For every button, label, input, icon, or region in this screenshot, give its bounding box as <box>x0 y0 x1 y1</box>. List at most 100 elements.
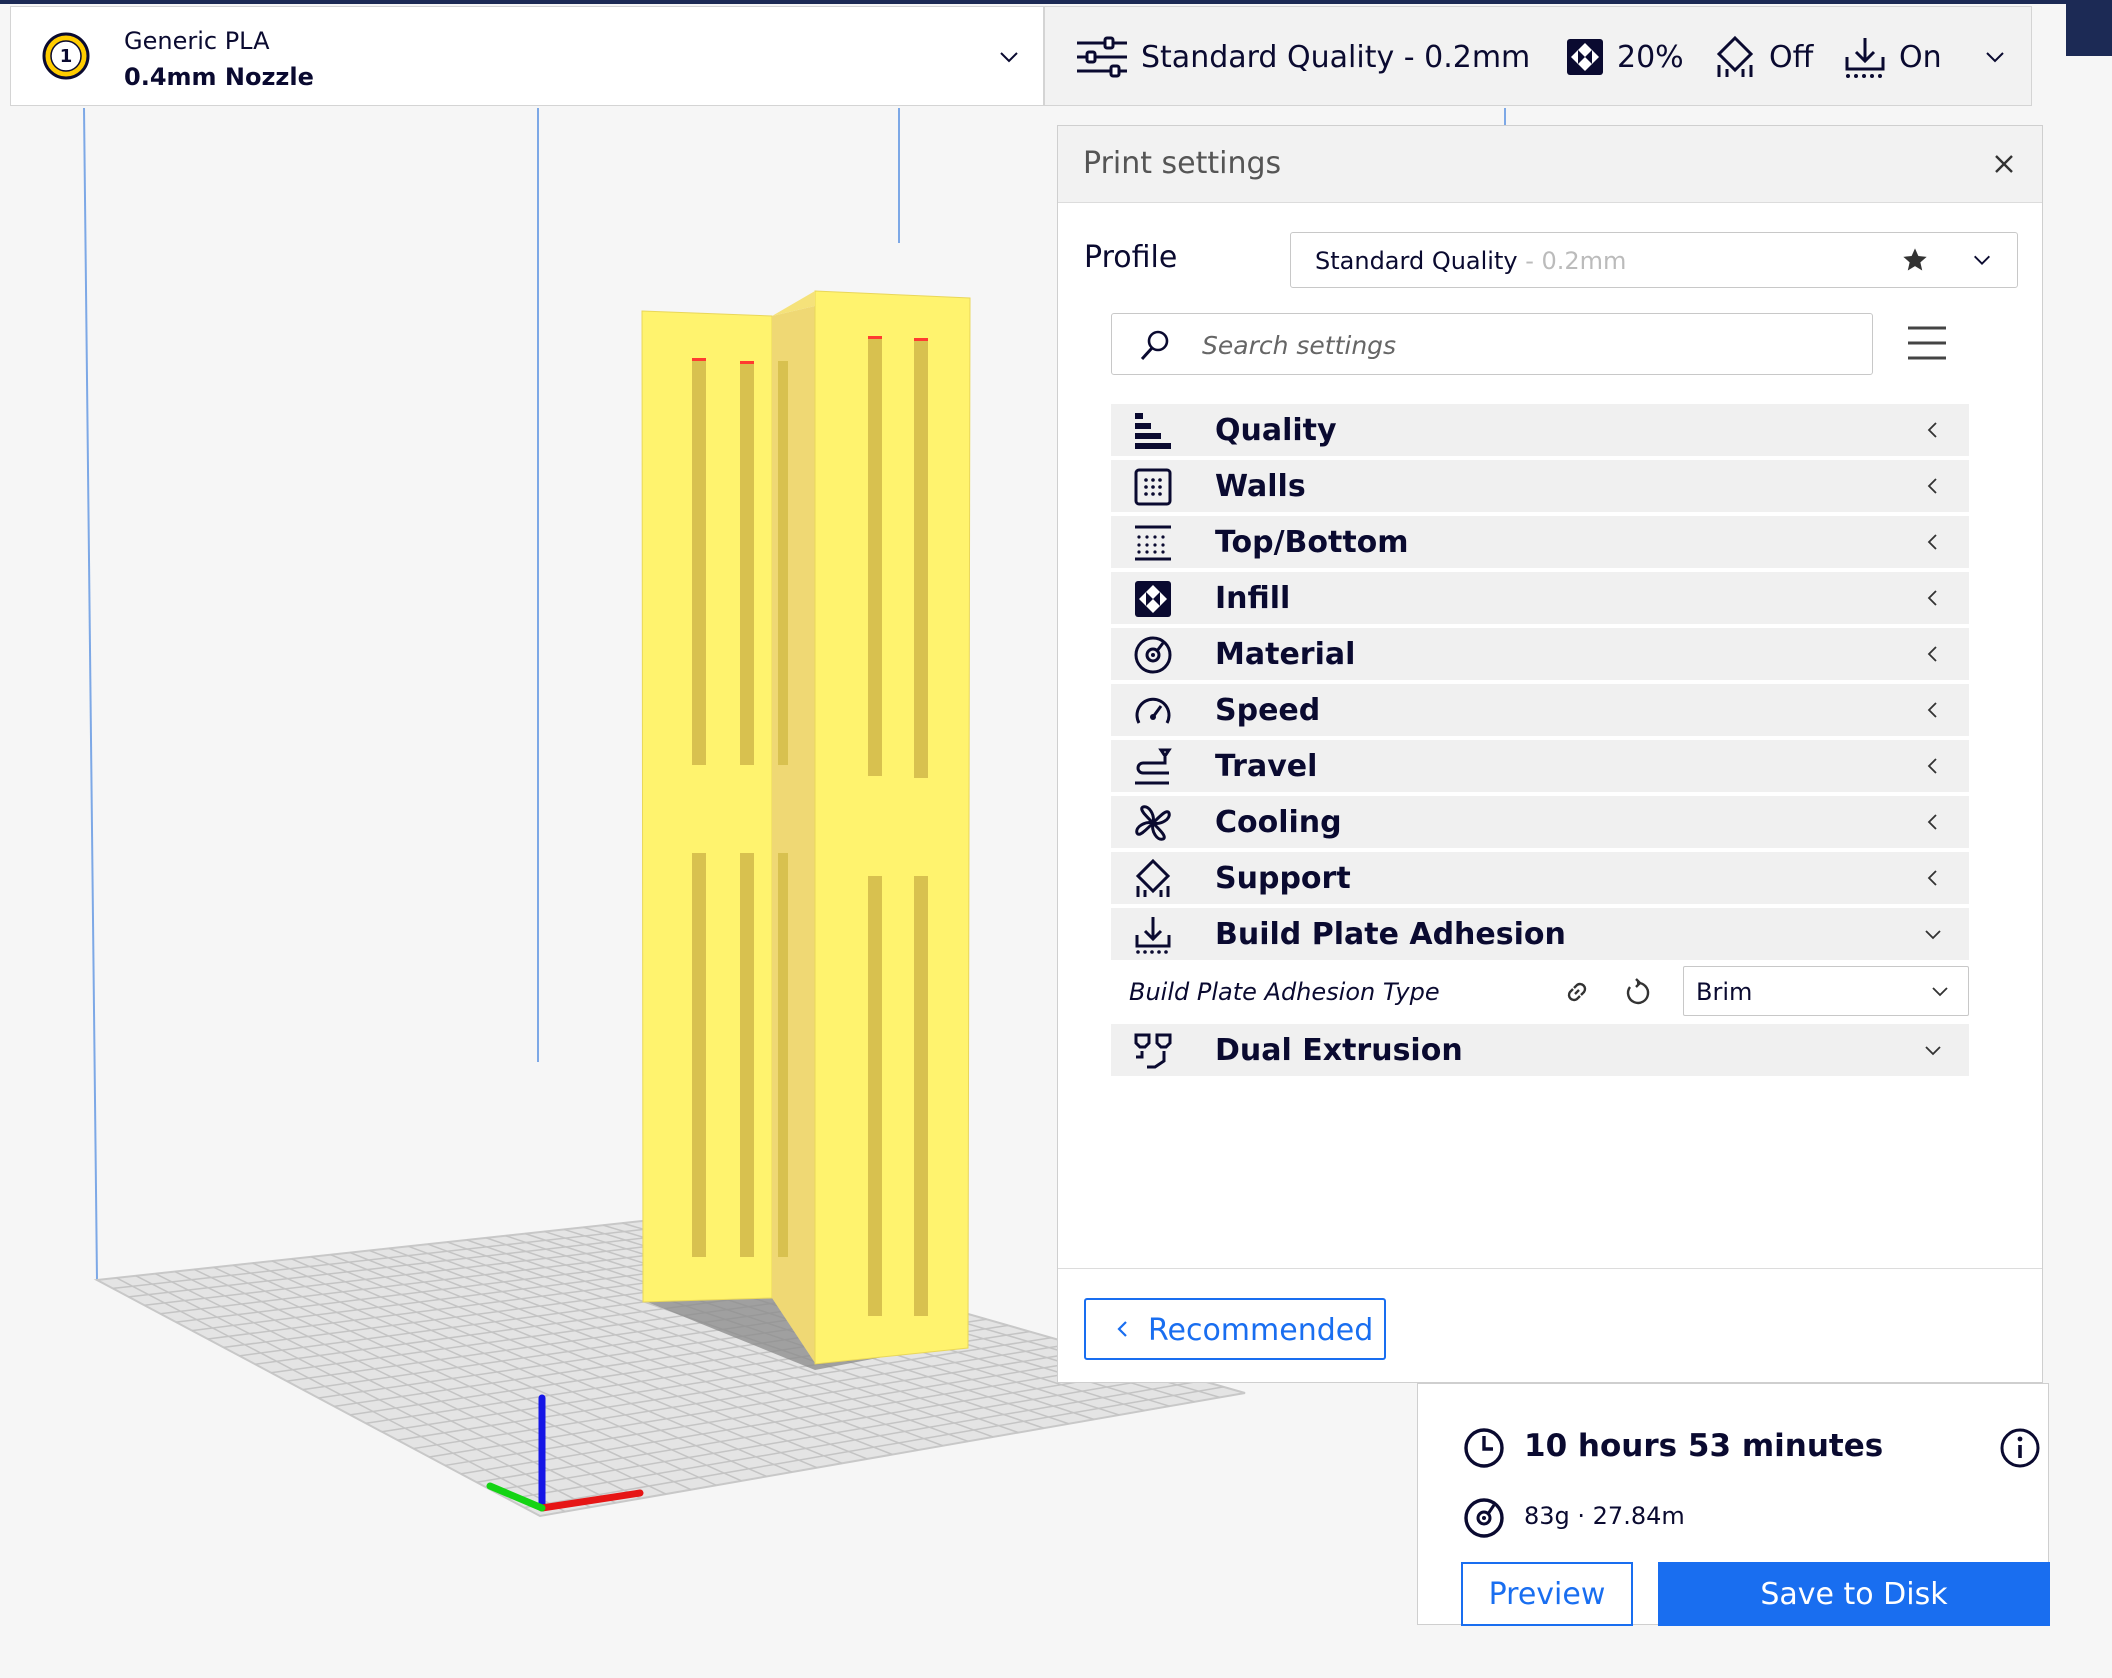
chevron-down-icon[interactable] <box>997 45 1021 69</box>
settings-category-list: Quality Walls Top/Bottom Infill Material… <box>1111 404 1969 1080</box>
extruder-number: 1 <box>60 46 73 67</box>
material-spool-icon <box>1464 1498 1504 1538</box>
print-time: 10 hours 53 minutes <box>1524 1428 1884 1464</box>
category-label: Speed <box>1215 693 1321 728</box>
chevron-down-icon <box>1932 987 1948 997</box>
profile-dropdown[interactable]: Standard Quality - 0.2mm <box>1290 232 2018 288</box>
chevron-left-icon <box>1927 646 1937 662</box>
category-label: Travel <box>1215 749 1318 784</box>
adhesion-type-dropdown[interactable]: Brim <box>1683 966 1969 1016</box>
info-icon[interactable] <box>1998 1426 2042 1470</box>
chevron-left-icon <box>1927 534 1937 550</box>
chevron-down-icon[interactable] <box>1983 45 2007 69</box>
category-travel[interactable]: Travel <box>1111 740 1969 792</box>
category-infill[interactable]: Infill <box>1111 572 1969 624</box>
print-setup-bar[interactable]: Standard Quality - 0.2mm 20% Off On <box>1044 6 2032 106</box>
chevron-down-icon <box>1925 930 1941 940</box>
category-top-bottom[interactable]: Top/Bottom <box>1111 516 1969 568</box>
infill-summary-label: 20% <box>1617 39 1684 75</box>
chevron-down-icon <box>1925 1046 1941 1056</box>
chevron-left-icon <box>1927 590 1937 606</box>
search-input[interactable] <box>1200 326 1844 364</box>
extruder-selector[interactable]: 1 Generic PLA 0.4mm Nozzle <box>10 6 1044 106</box>
category-label: Top/Bottom <box>1215 525 1409 560</box>
reset-icon[interactable] <box>1621 976 1653 1008</box>
profile-name: Standard Quality <box>1315 247 1518 275</box>
category-label: Walls <box>1215 469 1306 504</box>
extruder-badge-icon: 1 <box>42 32 90 80</box>
support-icon <box>1716 35 1754 77</box>
adhesion-summary-label: On <box>1899 39 1942 75</box>
support-summary[interactable]: Off <box>1713 7 1813 107</box>
save-to-disk-button[interactable]: Save to Disk <box>1658 1562 2050 1626</box>
quality-icon <box>1135 413 1171 449</box>
chevron-left-icon <box>1927 422 1937 438</box>
adhesion-type-value: Brim <box>1696 978 1753 1006</box>
recommended-button[interactable]: Recommended <box>1084 1298 1386 1360</box>
menu-icon[interactable] <box>1906 322 1948 364</box>
profile-layer-height: - 0.2mm <box>1517 247 1627 275</box>
profile-value: Standard Quality - 0.2mm <box>1315 247 1626 275</box>
category-walls[interactable]: Walls <box>1111 460 1969 512</box>
material-usage: 83g · 27.84m <box>1524 1502 1685 1530</box>
adhesion-icon <box>1845 38 1885 78</box>
chevron-down-icon[interactable] <box>1971 249 1993 271</box>
category-quality[interactable]: Quality <box>1111 404 1969 456</box>
close-icon[interactable] <box>1992 152 2016 176</box>
search-settings-box[interactable] <box>1111 313 1873 375</box>
quality-summary[interactable]: Standard Quality - 0.2mm <box>1075 7 1530 107</box>
top-bottom-icon <box>1135 525 1171 561</box>
chevron-left-icon <box>1927 478 1937 494</box>
quality-summary-label: Standard Quality - 0.2mm <box>1141 39 1531 75</box>
category-label: Support <box>1215 861 1351 896</box>
infill-summary[interactable]: 20% <box>1565 7 1684 107</box>
category-label: Cooling <box>1215 805 1342 840</box>
category-speed[interactable]: Speed <box>1111 684 1969 736</box>
chevron-left-icon <box>1927 758 1937 774</box>
adhesion-icon <box>1135 917 1171 954</box>
category-material[interactable]: Material <box>1111 628 1969 680</box>
3d-model <box>641 290 971 1365</box>
toolbar-corner <box>2066 4 2112 56</box>
infill-icon <box>1135 581 1171 617</box>
category-cooling[interactable]: Cooling <box>1111 796 1969 848</box>
category-label: Quality <box>1215 413 1337 448</box>
star-icon[interactable] <box>1901 246 1929 274</box>
chevron-left-icon <box>1927 870 1937 886</box>
chevron-left-icon <box>1117 1321 1127 1337</box>
panel-title: Print settings <box>1083 146 1282 181</box>
material-name: Generic PLA <box>124 27 270 55</box>
chevron-left-icon <box>1927 814 1937 830</box>
category-label: Material <box>1215 637 1356 672</box>
window-top-border <box>0 0 2112 4</box>
adhesion-summary[interactable]: On <box>1843 7 1942 107</box>
speed-icon <box>1135 697 1171 724</box>
category-label: Build Plate Adhesion <box>1215 917 1566 952</box>
material-icon <box>1134 636 1172 674</box>
recommended-label: Recommended <box>1148 1313 1374 1348</box>
search-icon <box>1140 330 1169 361</box>
chevron-left-icon <box>1927 702 1937 718</box>
travel-icon <box>1135 748 1172 785</box>
category-dual-extrusion[interactable]: Dual Extrusion <box>1111 1024 1969 1076</box>
sliders-icon <box>1077 36 1127 78</box>
walls-icon <box>1134 468 1172 506</box>
preview-button[interactable]: Preview <box>1461 1562 1633 1626</box>
print-settings-panel: Print settings Profile Standard Quality … <box>1057 125 2043 1383</box>
setting-adhesion-type: Build Plate Adhesion Type Brim <box>1111 964 1969 1020</box>
category-support[interactable]: Support <box>1111 852 1969 904</box>
clock-icon <box>1464 1428 1504 1468</box>
print-estimate-panel: 10 hours 53 minutes 83g · 27.84m Preview… <box>1417 1383 2050 1626</box>
dual-extrusion-icon <box>1134 1033 1172 1069</box>
setting-label: Build Plate Adhesion Type <box>1129 978 1440 1006</box>
print-settings-header: Print settings <box>1058 126 2042 203</box>
nozzle-size: 0.4mm Nozzle <box>124 63 314 91</box>
support-icon <box>1135 859 1171 897</box>
profile-label: Profile <box>1084 240 1178 275</box>
support-summary-label: Off <box>1769 39 1814 75</box>
category-label: Infill <box>1215 581 1291 616</box>
category-label: Dual Extrusion <box>1215 1033 1463 1068</box>
category-build-plate-adhesion[interactable]: Build Plate Adhesion <box>1111 908 1969 960</box>
link-icon[interactable] <box>1561 976 1593 1008</box>
footer-divider <box>1058 1268 2042 1269</box>
